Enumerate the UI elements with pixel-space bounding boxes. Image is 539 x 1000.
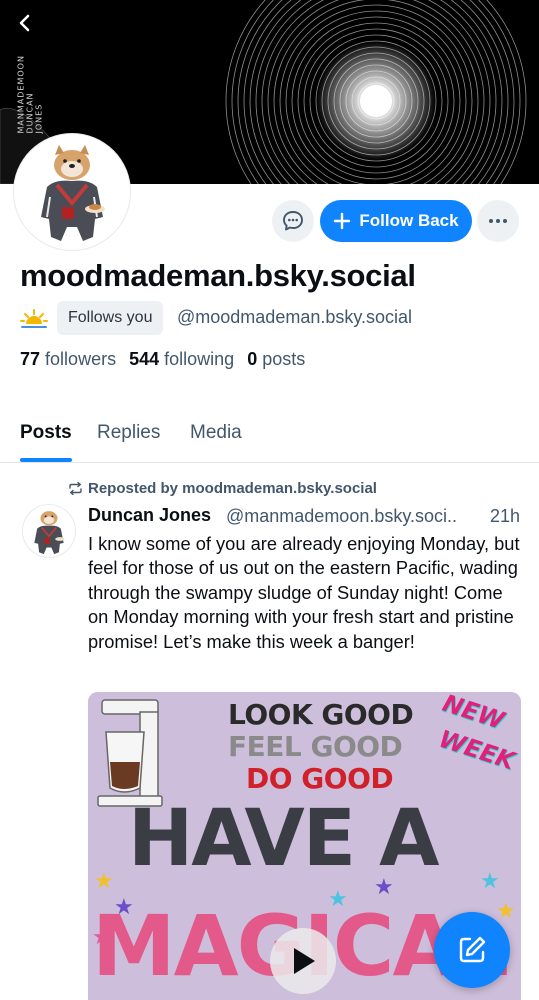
following-label: following xyxy=(164,349,235,369)
repost-indicator[interactable]: Reposted by moodmademan.bsky.social xyxy=(68,480,377,497)
repost-label: Reposted by moodmademan.bsky.social xyxy=(88,480,377,497)
following-count: 544 xyxy=(129,349,160,369)
followers-count: 77 xyxy=(20,349,41,369)
post-author-avatar[interactable] xyxy=(22,504,76,558)
chevron-left-icon xyxy=(19,14,30,32)
profile-display-name: moodmademan.bsky.social xyxy=(20,258,416,293)
follow-back-label: Follow Back xyxy=(359,211,459,230)
image-text-line2: FEEL GOOD xyxy=(228,730,403,763)
profile-handle: @moodmademan.bsky.social xyxy=(177,307,413,327)
image-big-text-1: HAVE A xyxy=(128,794,440,884)
message-button[interactable] xyxy=(272,200,314,242)
posts-label: posts xyxy=(262,349,306,369)
active-tab-indicator xyxy=(20,458,72,462)
profile-tabs: Posts Replies Media xyxy=(0,406,539,463)
image-text-line3: DO GOOD xyxy=(246,762,394,795)
post-author-handle[interactable]: @manmademoon.bsky.soci.. xyxy=(226,506,457,527)
sun-icon xyxy=(20,309,48,328)
tab-posts[interactable]: Posts xyxy=(20,422,72,444)
svg-text:★: ★ xyxy=(94,869,114,894)
tab-media[interactable]: Media xyxy=(190,422,242,444)
followers-label: followers xyxy=(45,349,117,369)
profile-stats: 77 followers 544 following 0 posts xyxy=(20,349,305,370)
more-options-button[interactable] xyxy=(477,200,519,242)
post-text: I know some of you are already enjoying … xyxy=(88,533,520,652)
chat-bubble-icon xyxy=(283,211,303,231)
post-author-name[interactable]: Duncan Jones xyxy=(88,505,211,526)
followers-link[interactable]: 77 followers xyxy=(20,349,116,369)
back-button[interactable] xyxy=(16,14,48,46)
following-link[interactable]: 544 following xyxy=(129,349,234,369)
tab-replies[interactable]: Replies xyxy=(97,422,160,444)
profile-avatar[interactable] xyxy=(14,134,130,250)
image-text-line1: LOOK GOOD xyxy=(228,698,414,731)
post-timestamp[interactable]: 21h xyxy=(490,506,520,527)
posts-count-group: 0 posts xyxy=(247,349,305,369)
play-icon xyxy=(294,948,315,974)
posts-count: 0 xyxy=(247,349,258,369)
dog-in-tracksuit-avatar xyxy=(23,505,75,557)
plus-icon xyxy=(334,212,351,230)
compose-pencil-icon xyxy=(459,936,486,963)
svg-text:★: ★ xyxy=(480,869,500,894)
dog-in-tracksuit-avatar xyxy=(17,137,127,247)
play-button[interactable] xyxy=(270,928,336,994)
compose-button[interactable] xyxy=(434,912,510,988)
repost-icon xyxy=(69,482,82,495)
follow-back-button[interactable]: Follow Back xyxy=(320,200,472,242)
ellipsis-icon xyxy=(489,219,507,223)
follows-you-badge: Follows you xyxy=(57,301,164,335)
